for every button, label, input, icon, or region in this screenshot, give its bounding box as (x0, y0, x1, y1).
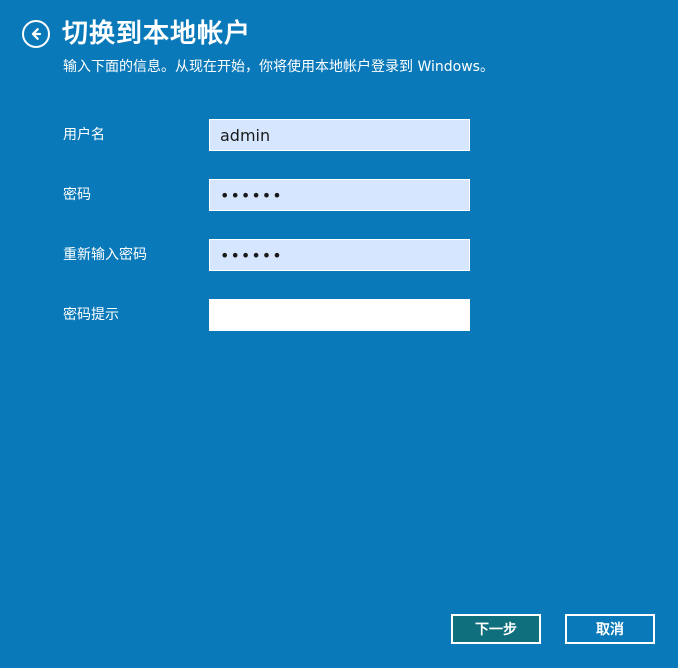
page-title: 切换到本地帐户 (62, 19, 252, 49)
header: 切换到本地帐户 (22, 14, 251, 54)
next-button[interactable]: 下一步 (451, 614, 541, 644)
username-input[interactable] (209, 119, 470, 151)
confirm-password-row: 重新输入密码 (63, 239, 483, 271)
password-hint-label: 密码提示 (63, 307, 119, 323)
confirm-password-label: 重新输入密码 (63, 247, 147, 263)
password-hint-row: 密码提示 (63, 299, 483, 331)
confirm-password-input[interactable] (209, 239, 470, 271)
password-input[interactable] (209, 179, 470, 211)
footer-actions: 下一步 取消 (451, 614, 655, 644)
password-row: 密码 (63, 179, 483, 211)
back-button[interactable] (22, 20, 50, 48)
password-hint-input[interactable] (209, 299, 470, 331)
password-label: 密码 (63, 187, 91, 203)
username-label: 用户名 (63, 127, 105, 143)
page-subtitle: 输入下面的信息。从现在开始，你将使用本地帐户登录到 Windows。 (63, 59, 494, 75)
arrow-left-icon (28, 26, 44, 42)
username-row: 用户名 (63, 119, 483, 151)
cancel-button[interactable]: 取消 (565, 614, 655, 644)
